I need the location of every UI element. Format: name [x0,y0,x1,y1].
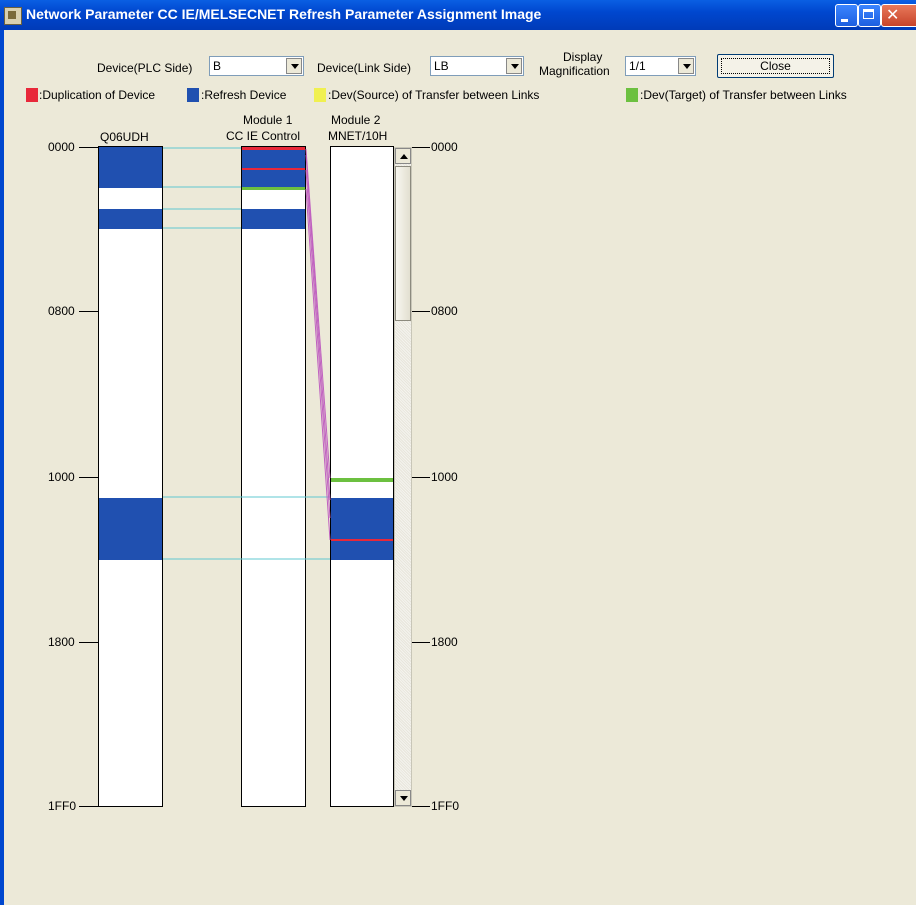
left-axis-tick [79,311,99,312]
right-axis-tick [412,147,430,148]
transfer-link-line [305,154,331,501]
left-axis-label: 1FF0 [48,799,77,813]
magnification-value: 1/1 [629,59,646,73]
display-label: Display [563,50,603,64]
module1-label: Module 1 [243,113,293,127]
link-side-value: LB [434,59,449,73]
close-icon: ✕ [886,7,900,24]
right-axis-label: 0000 [431,140,458,154]
title-bar: Network Parameter CC IE/MELSECNET Refres… [0,0,916,30]
close-window-button[interactable]: ✕ [881,4,916,27]
right-axis-label: 1800 [431,635,458,649]
legend-refresh: :Refresh Device [201,88,287,102]
module1-type: CC IE Control [226,129,301,143]
minimize-button[interactable] [835,4,858,27]
scroll-thumb[interactable] [395,166,411,321]
link-side-select[interactable]: LB [430,56,524,76]
right-axis-label: 0800 [431,304,458,318]
left-axis-label: 1000 [48,470,75,484]
cpu-device-column [98,146,163,807]
chevron-down-icon[interactable] [506,58,522,74]
duplication-marker [331,539,393,541]
legend-swatch-refresh [187,88,199,102]
legend-swatch-duplication [26,88,38,102]
refresh-block [242,209,305,229]
left-axis-label: 0800 [48,304,75,318]
refresh-block [99,498,162,560]
refresh-block [331,498,393,560]
link-side-label: Device(Link Side) [317,61,412,75]
right-axis-tick [412,642,430,643]
left-axis-label: 1800 [48,635,75,649]
app-icon [4,7,22,25]
module2-device-column [330,146,394,807]
module2-label: Module 2 [331,113,381,127]
right-axis-label: 1FF0 [431,799,460,813]
scroll-up-button[interactable] [395,148,411,164]
right-axis-tick [412,311,430,312]
magnification-select[interactable]: 1/1 [625,56,696,76]
left-axis-tick [79,477,99,478]
left-axis-tick [79,642,99,643]
right-axis-label: 1000 [431,470,458,484]
refresh-block [99,147,162,188]
cpu-column-label: Q06UDH [100,130,149,144]
legend-duplication: :Duplication of Device [39,88,156,102]
target-marker [242,187,305,190]
maximize-button[interactable] [858,4,881,27]
target-marker [331,478,393,482]
plc-side-select[interactable]: B [209,56,304,76]
plc-side-value: B [213,59,222,73]
window-border [0,30,4,905]
scroll-down-button[interactable] [395,790,411,806]
duplication-marker [242,168,305,170]
chevron-down-icon[interactable] [678,58,694,74]
refresh-block [99,209,162,229]
duplication-marker [242,147,305,150]
plc-side-label: Device(PLC Side) [97,61,193,75]
left-axis-tick [79,147,99,148]
left-axis-tick [79,806,99,807]
close-button[interactable]: Close [717,54,834,78]
chevron-down-icon[interactable] [286,58,302,74]
module1-device-column [241,146,306,807]
transfer-link-line [305,188,331,541]
legend-swatch-target [626,88,638,102]
right-axis-tick [412,477,430,478]
legend-source: :Dev(Source) of Transfer between Links [328,88,540,102]
window-title: Network Parameter CC IE/MELSECNET Refres… [26,6,542,22]
magnification-label: Magnification [539,64,610,78]
right-axis-tick [412,806,430,807]
module2-type: MNET/10H [328,129,388,143]
legend-target: :Dev(Target) of Transfer between Links [640,88,847,102]
vertical-scrollbar[interactable] [394,147,412,807]
left-axis-label: 0000 [48,140,75,154]
transfer-link-line [305,148,331,479]
legend-swatch-source [314,88,326,102]
transfer-link-line [305,169,331,519]
